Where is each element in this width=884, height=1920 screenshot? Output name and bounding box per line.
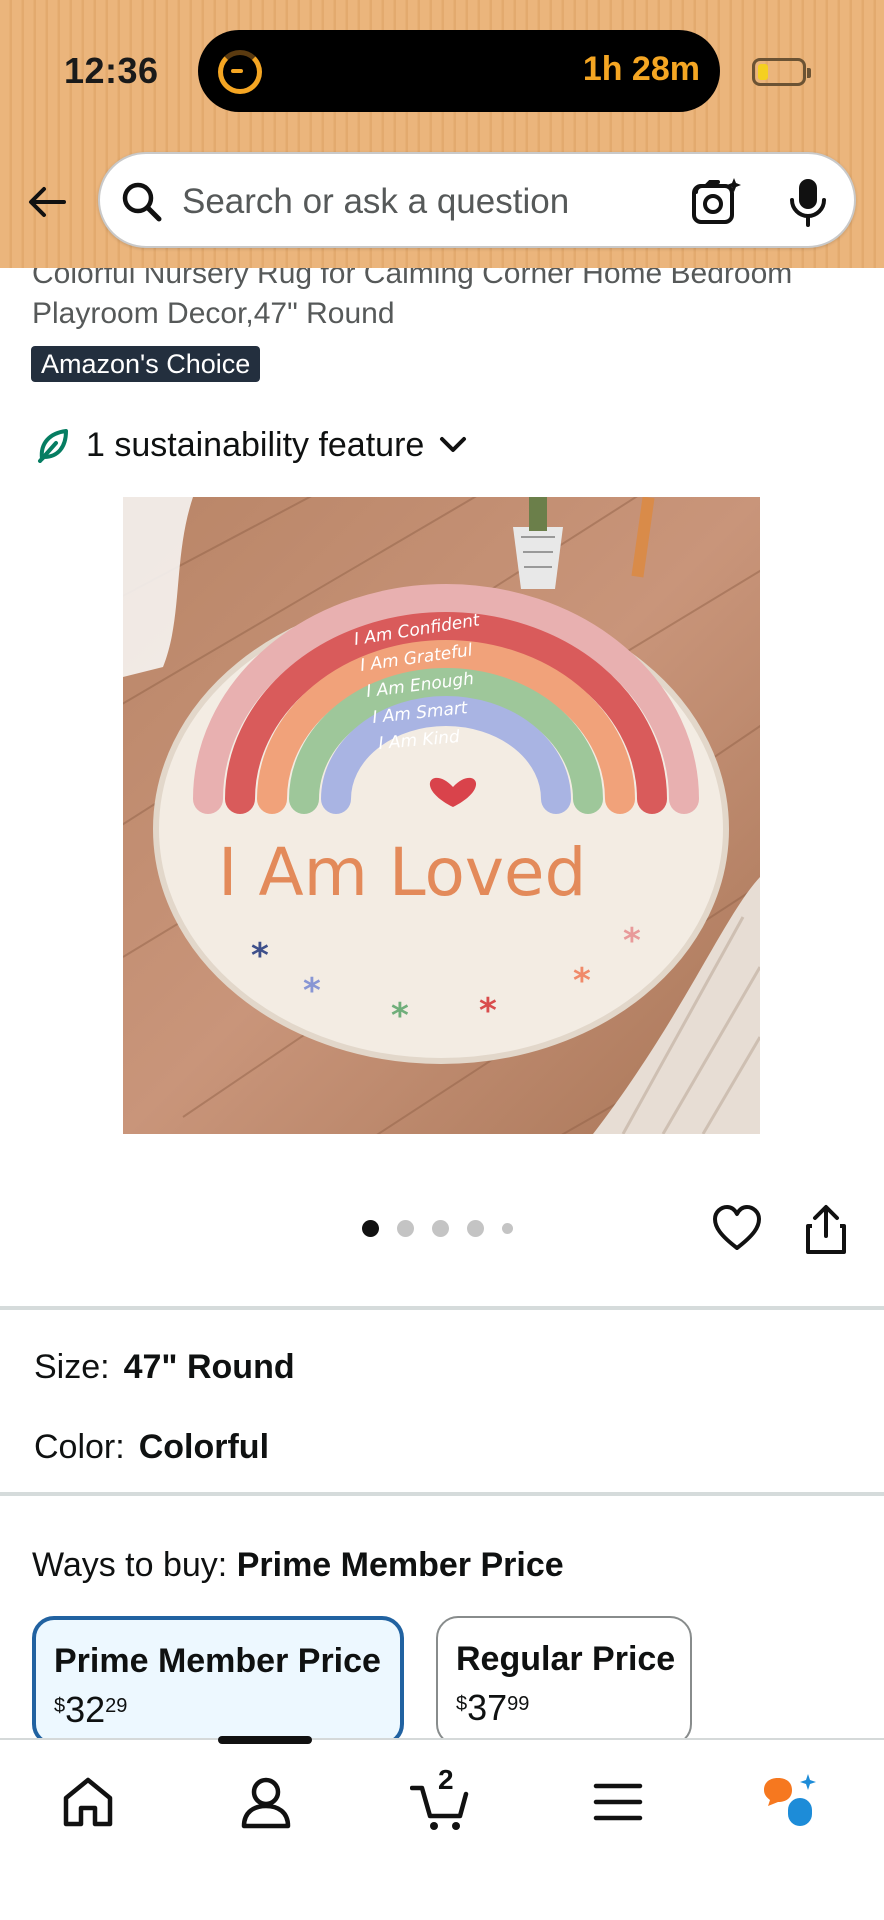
product-image[interactable]: I Am Confident I Am Grateful I Am Enough… — [123, 497, 760, 1134]
cart-count-badge: 2 — [438, 1764, 454, 1795]
back-arrow-icon[interactable] — [24, 178, 72, 226]
prime-price-card[interactable]: Prime Member Price $ 32 29 — [32, 1616, 404, 1746]
cart-button[interactable]: 2 — [409, 1764, 470, 1832]
svg-text:*: * — [391, 996, 409, 1036]
camera-lens-icon[interactable] — [690, 176, 742, 228]
home-icon[interactable] — [58, 1772, 118, 1832]
product-title-line2: Playroom Decor,47" Round — [32, 297, 395, 330]
price-fraction: 99 — [507, 1693, 530, 1715]
rufus-assistant-icon[interactable] — [760, 1772, 820, 1832]
timer-icon — [218, 50, 262, 94]
size-label: Size: — [34, 1348, 110, 1386]
sustainability-toggle[interactable]: 1 sustainability feature — [36, 422, 468, 468]
price-whole: 37 — [467, 1687, 508, 1728]
battery-icon — [752, 58, 811, 86]
sustainability-label: 1 sustainability feature — [86, 425, 425, 464]
rug-big-text: I Am Loved — [218, 834, 586, 911]
price-card-label: Prime Member Price — [54, 1642, 381, 1680]
search-input[interactable]: Search or ask a question — [182, 182, 569, 222]
price: $ 32 29 — [54, 1691, 382, 1729]
svg-text:*: * — [251, 936, 269, 976]
microphone-icon[interactable] — [786, 176, 830, 228]
ways-to-buy-label: Ways to buy: — [32, 1546, 228, 1584]
bottom-navigation: 2 — [0, 1736, 884, 1920]
account-icon[interactable] — [236, 1772, 296, 1832]
svg-text:*: * — [303, 971, 321, 1011]
carousel-dot[interactable] — [502, 1223, 513, 1234]
chevron-down-icon — [440, 437, 467, 452]
regular-price-card[interactable]: Regular Price $ 37 99 — [436, 1616, 692, 1746]
app-header: 12:36 1h 28m Search or ask a question — [0, 0, 884, 268]
image-carousel-dots[interactable] — [362, 1220, 513, 1237]
svg-text:*: * — [573, 961, 591, 1001]
color-value: Colorful — [138, 1428, 270, 1466]
section-divider — [0, 1306, 884, 1310]
price-fraction: 29 — [105, 1695, 128, 1717]
svg-text:*: * — [623, 921, 641, 961]
ways-to-buy-heading: Ways to buy: Prime Member Price — [32, 1546, 564, 1585]
dynamic-island[interactable]: 1h 28m — [198, 30, 720, 112]
search-bar[interactable]: Search or ask a question — [98, 152, 856, 248]
section-divider — [0, 1492, 884, 1496]
size-value: 47" Round — [123, 1348, 295, 1386]
price-currency: $ — [456, 1693, 468, 1715]
heart-icon[interactable] — [712, 1204, 762, 1254]
price-card-label: Regular Price — [456, 1640, 676, 1678]
ways-to-buy-selected: Prime Member Price — [236, 1546, 564, 1584]
svg-text:*: * — [479, 991, 497, 1031]
search-icon — [122, 182, 162, 222]
status-time: 12:36 — [64, 50, 159, 91]
price: $ 37 99 — [456, 1689, 672, 1727]
timer-remaining: 1h 28m — [582, 50, 700, 88]
color-label: Color: — [34, 1428, 125, 1466]
carousel-dot[interactable] — [362, 1220, 379, 1237]
active-tab-indicator — [218, 1736, 312, 1744]
size-selector[interactable]: Size: 47" Round — [34, 1348, 295, 1387]
carousel-dot[interactable] — [397, 1220, 414, 1237]
rug-illustration: I Am Confident I Am Grateful I Am Enough… — [123, 497, 760, 1134]
menu-icon[interactable] — [588, 1772, 648, 1832]
price-whole: 32 — [65, 1689, 106, 1730]
color-selector[interactable]: Color: Colorful — [34, 1428, 269, 1467]
price-currency: $ — [54, 1695, 66, 1717]
amazons-choice-badge: Amazon's Choice — [31, 346, 261, 382]
carousel-dot[interactable] — [432, 1220, 449, 1237]
leaf-icon — [38, 429, 68, 463]
share-icon[interactable] — [804, 1204, 848, 1256]
carousel-dot[interactable] — [467, 1220, 484, 1237]
